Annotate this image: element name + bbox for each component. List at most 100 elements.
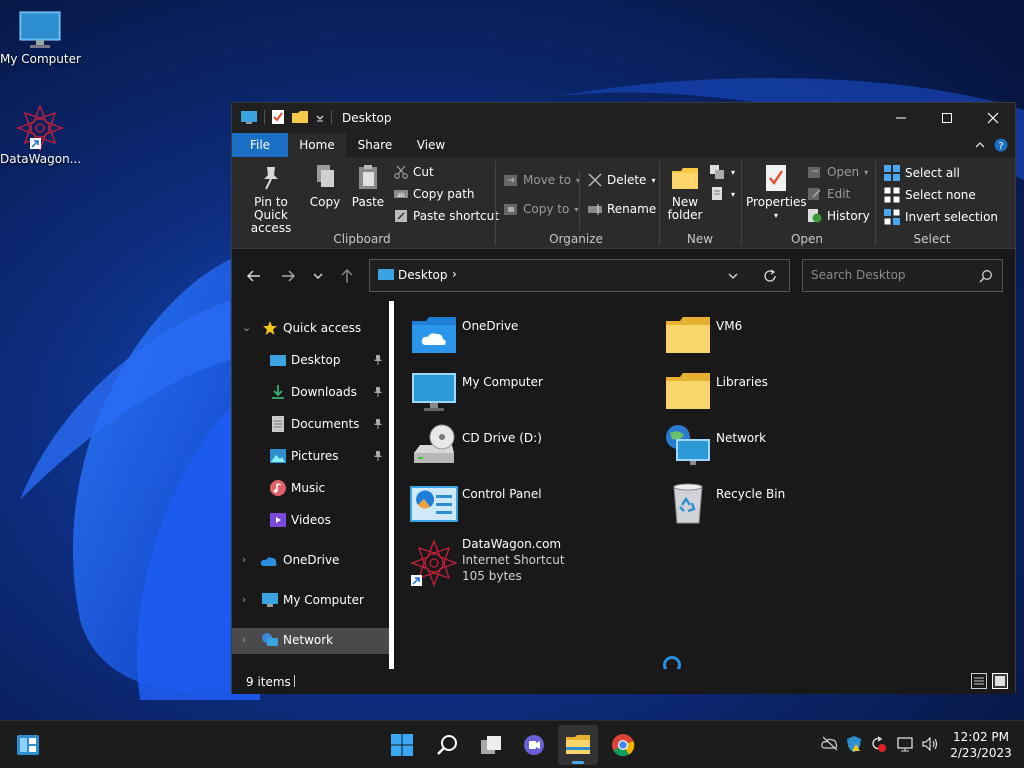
move-to-button[interactable]: Move to▾: [504, 173, 580, 187]
copy-button[interactable]: Copy: [308, 163, 342, 209]
properties-check-icon[interactable]: [271, 109, 285, 125]
file-explorer-taskbar-button[interactable]: [558, 725, 598, 765]
file-item-recycle-bin[interactable]: Recycle Bin: [664, 479, 864, 531]
invert-selection-icon: [884, 209, 900, 225]
file-item-datawagon-shortcut[interactable]: DataWagon.com Internet Shortcut 105 byte…: [410, 535, 610, 591]
rename-button[interactable]: Rename: [588, 202, 656, 216]
chrome-button[interactable]: [603, 725, 643, 765]
file-item-control-panel[interactable]: Control Panel: [410, 479, 610, 531]
details-view-icon[interactable]: [971, 673, 987, 689]
chevron-right-icon[interactable]: ›: [242, 553, 246, 566]
nav-quick-access[interactable]: ⌄ Quick access: [232, 316, 389, 342]
chevron-right-icon[interactable]: ›: [242, 633, 246, 646]
breadcrumb-separator[interactable]: ›: [452, 267, 457, 281]
large-icons-view-icon[interactable]: [992, 673, 1008, 689]
file-item-libraries[interactable]: Libraries: [664, 367, 864, 419]
tab-file[interactable]: File: [232, 133, 288, 157]
nav-item-pictures[interactable]: Pictures: [232, 444, 389, 470]
desktop-icon-label: DataWagon...: [0, 152, 82, 166]
nav-item-desktop[interactable]: Desktop: [232, 348, 389, 374]
clock[interactable]: 12:02 PM 2/23/2023: [946, 729, 1016, 761]
edit-button[interactable]: Edit: [808, 187, 850, 201]
chevron-right-icon[interactable]: ›: [242, 593, 246, 606]
search-box[interactable]: Search Desktop: [802, 259, 1003, 292]
pin-icon[interactable]: [372, 354, 384, 366]
file-item-network[interactable]: Network: [664, 423, 864, 475]
forward-arrow-icon[interactable]: [280, 268, 296, 284]
new-folder-icon[interactable]: [291, 109, 309, 125]
nav-item-downloads[interactable]: Downloads: [232, 380, 389, 406]
nav-item-network[interactable]: › Network: [232, 628, 389, 654]
monitor-icon: [262, 593, 278, 607]
tab-home[interactable]: Home: [288, 133, 346, 157]
file-item-my-computer[interactable]: My Computer: [410, 367, 610, 419]
delete-x-icon: [588, 173, 602, 187]
rename-label: Rename: [607, 202, 657, 216]
nav-item-onedrive[interactable]: › OneDrive: [232, 548, 389, 574]
search-icon[interactable]: [979, 269, 993, 283]
nav-item-music[interactable]: Music: [232, 476, 389, 502]
back-arrow-icon[interactable]: [246, 268, 262, 284]
new-folder-button[interactable]: New folder: [664, 163, 706, 222]
ribbon-tab-bar: File Home Share View ?: [232, 133, 1015, 157]
new-item-button[interactable]: ▾: [710, 165, 735, 179]
security-shield-icon[interactable]: [845, 735, 863, 753]
open-button[interactable]: Open ▾: [808, 165, 868, 179]
paste-button[interactable]: Paste: [348, 163, 388, 209]
help-icon[interactable]: ?: [994, 138, 1008, 152]
pin-icon[interactable]: [372, 450, 384, 462]
refresh-icon[interactable]: [763, 269, 777, 283]
copy-path-label: Copy path: [413, 187, 475, 201]
minimize-button[interactable]: [878, 103, 924, 133]
title-bar[interactable]: Desktop: [232, 103, 1015, 133]
move-to-icon: [504, 175, 517, 186]
pin-icon[interactable]: [372, 386, 384, 398]
delete-button[interactable]: Delete ▾: [588, 173, 655, 187]
file-item-vm6[interactable]: VM6: [664, 311, 864, 363]
tab-view[interactable]: View: [406, 133, 456, 157]
select-none-icon: [884, 187, 900, 203]
pin-to-quick-access-button[interactable]: Pin to Quick access: [238, 163, 304, 235]
tab-share[interactable]: Share: [350, 133, 400, 157]
file-item-onedrive[interactable]: OneDrive: [410, 311, 610, 363]
nav-item-videos[interactable]: Videos: [232, 508, 389, 534]
sync-icon[interactable]: [869, 735, 887, 753]
desktop-icon-my-computer[interactable]: My Computer: [0, 8, 81, 66]
invert-selection-button[interactable]: Invert selection: [884, 209, 998, 225]
file-explorer-window: Desktop File Home Share View ? Pin to Qu…: [231, 102, 1016, 694]
nav-item-label: Network: [283, 633, 334, 647]
task-view-button[interactable]: [471, 725, 511, 765]
chevron-down-icon[interactable]: ⌄: [242, 321, 251, 334]
recent-locations-chevron-icon[interactable]: [312, 270, 324, 282]
widgets-button[interactable]: [8, 725, 48, 765]
start-button[interactable]: [382, 725, 422, 765]
nav-item-my-computer[interactable]: › My Computer: [232, 588, 389, 614]
cloud-offline-icon[interactable]: [821, 735, 839, 751]
select-none-button[interactable]: Select none: [884, 187, 976, 203]
chevron-up-icon[interactable]: [974, 139, 986, 151]
properties-button[interactable]: Properties ▾: [746, 163, 807, 222]
network-monitor-icon[interactable]: [897, 735, 915, 753]
cut-button[interactable]: Cut: [394, 165, 434, 179]
select-all-button[interactable]: Select all: [884, 165, 960, 181]
nav-item-documents[interactable]: Documents: [232, 412, 389, 438]
copy-to-button[interactable]: Copy to ▾: [504, 202, 578, 216]
address-bar[interactable]: Desktop ›: [369, 259, 790, 292]
maximize-button[interactable]: [924, 103, 970, 133]
easy-access-button[interactable]: ▾: [710, 187, 735, 201]
copy-path-button[interactable]: ab Copy path: [394, 187, 475, 201]
status-separator: [294, 675, 295, 687]
close-button[interactable]: [970, 103, 1016, 133]
customize-dropdown-icon[interactable]: [315, 109, 325, 125]
up-arrow-icon[interactable]: [340, 268, 354, 284]
volume-icon[interactable]: [921, 735, 939, 753]
chevron-down-icon[interactable]: [727, 270, 739, 282]
search-taskbar-button[interactable]: [427, 725, 467, 765]
pin-icon[interactable]: [372, 418, 384, 430]
history-button[interactable]: History: [808, 209, 870, 223]
teams-chat-button[interactable]: [514, 725, 554, 765]
file-item-cd-drive[interactable]: CD Drive (D:): [410, 423, 610, 475]
paste-shortcut-button[interactable]: Paste shortcut: [394, 209, 499, 223]
breadcrumb-desktop[interactable]: Desktop: [398, 268, 448, 282]
desktop-icon-datawagon[interactable]: DataWagon...: [0, 104, 82, 166]
